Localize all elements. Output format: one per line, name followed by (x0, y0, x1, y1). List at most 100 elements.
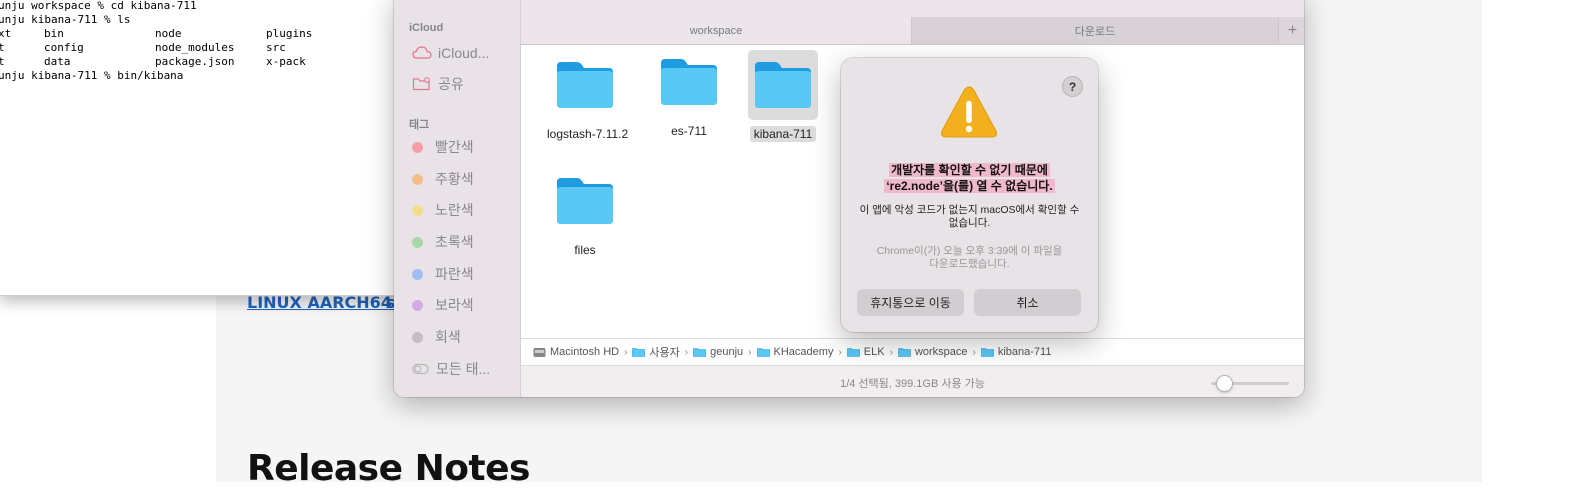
status-text: 1/4 선택됨, 399.1GB 사용 가능 (840, 378, 985, 390)
ls-cell: xt (0, 27, 12, 40)
sidebar-item-shared[interactable]: 공유 (412, 73, 464, 95)
sidebar-tag-yellow[interactable]: 노란색 (412, 199, 474, 221)
ls-cell: x-pack (266, 55, 306, 68)
tab-workspace[interactable]: workspace (521, 17, 912, 44)
folder-icon (981, 348, 994, 357)
folder-icon (748, 50, 818, 120)
folder-name: logstash-7.11.2 (547, 127, 629, 141)
path-crumb[interactable]: KHacademy (756, 346, 834, 358)
purple-tag-dot-icon (412, 299, 423, 311)
ls-cell: src (266, 41, 286, 54)
terminal-line: unju kibana-711 % ls (0, 13, 131, 26)
terminal-window[interactable]: unju workspace % cd kibana-711 unju kiba… (0, 0, 403, 296)
ls-cell: t (0, 55, 5, 69)
sidebar-tag-gray[interactable]: 회색 (412, 326, 461, 348)
path-crumb-label: geunju (710, 346, 744, 358)
folder-icon (846, 348, 860, 357)
path-crumb-label: kibana-711 (997, 346, 1052, 358)
gray-tag-dot-icon (412, 331, 423, 343)
blue-tag-dot-icon (412, 268, 423, 280)
sidebar-item-label: iCloud... (438, 45, 490, 61)
sidebar-item-label: 회색 (435, 329, 461, 345)
folder-icon (550, 166, 620, 236)
folder-item-selected[interactable]: kibana-711 (741, 50, 825, 143)
path-crumb-label: Macintosh HD (550, 346, 620, 358)
alert-title: 개발자를 확인할 수 없기 때문에 ‘re2.node’을(를) 열 수 없습니… (851, 162, 1088, 194)
sidebar-tag-purple[interactable]: 보라색 (412, 294, 474, 316)
chevron-right-icon: › (972, 346, 976, 358)
folder-name: files (574, 243, 596, 257)
folder-name: es-711 (671, 124, 707, 138)
terminal-line: unju workspace % cd kibana-711 (0, 0, 197, 12)
warning-icon (939, 84, 999, 145)
move-to-trash-button[interactable]: 휴지통으로 이동 (857, 289, 964, 316)
ls-cell: t (0, 41, 5, 55)
sidebar-item-label: 파란색 (435, 266, 474, 282)
sidebar-tag-green[interactable]: 초록색 (412, 231, 474, 253)
path-crumb[interactable]: 사용자 (632, 344, 680, 360)
path-crumb-label: KHacademy (773, 346, 834, 358)
release-notes-heading: Release Notes (247, 448, 530, 489)
folder-item[interactable]: files (543, 166, 627, 259)
path-bar: Macintosh HD › 사용자 › geunju › KHacademy … (521, 338, 1304, 365)
green-tag-dot-icon (412, 236, 423, 248)
sidebar-item-label: 공유 (438, 76, 464, 92)
folder-item[interactable]: logstash-7.11.2 (543, 50, 628, 143)
path-crumb[interactable]: workspace (898, 346, 968, 358)
finder-toolbar (521, 0, 1304, 18)
folder-icon (550, 50, 620, 120)
ls-cell: config (44, 41, 84, 54)
hard-drive-icon (533, 347, 546, 357)
icon-size-slider-knob[interactable] (1216, 375, 1233, 392)
sidebar-item-label: 빨간색 (435, 139, 474, 155)
alert-title-line1: 개발자를 확인할 수 없기 때문에 (889, 163, 1050, 177)
folder-name: kibana-711 (749, 126, 817, 142)
help-button[interactable]: ? (1062, 76, 1083, 97)
ls-cell: node (155, 27, 182, 40)
chevron-right-icon: › (889, 346, 893, 358)
folder-icon (898, 348, 911, 357)
sidebar-tag-blue[interactable]: 파란색 (412, 263, 474, 285)
tab-downloads[interactable]: 다운로드 (912, 17, 1278, 44)
path-crumb[interactable]: Macintosh HD (533, 346, 619, 358)
sidebar-item-label: 노란색 (435, 202, 474, 218)
yellow-tag-dot-icon (412, 204, 423, 216)
sidebar-tag-red[interactable]: 빨간색 (412, 136, 474, 158)
sidebar-item-label: 주황색 (435, 171, 474, 187)
sidebar-item-label: 보라색 (435, 297, 474, 313)
ls-cell: plugins (266, 27, 313, 40)
sidebar-tag-orange[interactable]: 주황색 (412, 168, 474, 190)
sidebar-item-icloud-drive[interactable]: iCloud... (412, 42, 489, 64)
unverified-developer-alert: ? 개발자를 확인할 수 없기 때문에 ‘re2.node’을(를) 열 수 없… (841, 58, 1098, 332)
path-crumb-label: ELK (863, 346, 885, 358)
folder-icon (632, 348, 646, 357)
folder-item[interactable]: es-711 (647, 47, 731, 140)
all-tags-icon (412, 363, 429, 375)
chevron-right-icon: › (624, 346, 628, 358)
red-tag-dot-icon (412, 141, 423, 153)
folder-icon (654, 47, 724, 117)
orange-tag-dot-icon (412, 173, 423, 185)
alert-download-note: Chrome이(가) 오늘 오후 3:39에 이 파일을 다운로드했습니다. (876, 245, 1063, 270)
ls-cell: node_modules (155, 41, 235, 54)
sidebar-item-label: 초록색 (435, 234, 474, 250)
folder-icon (756, 348, 770, 357)
new-tab-button[interactable]: + (1278, 17, 1304, 44)
sidebar-header-tags: 태그 (409, 119, 430, 131)
folder-icon (693, 348, 706, 357)
path-crumb[interactable]: ELK (846, 346, 885, 358)
path-crumb-label: 사용자 (649, 347, 680, 359)
ls-cell: data (44, 55, 71, 68)
path-crumb[interactable]: kibana-711 (981, 346, 1052, 358)
path-crumb[interactable]: geunju (693, 346, 743, 358)
status-bar: 1/4 선택됨, 399.1GB 사용 가능 (521, 365, 1304, 397)
terminal-line: unju kibana-711 % bin/kibana (0, 69, 184, 82)
path-crumb-label: workspace (914, 346, 968, 358)
ls-cell: bin (44, 27, 64, 40)
finder-sidebar: iCloud iCloud... 공유 태그 빨간색 주황색 노란색 초록색 파 (394, 0, 521, 397)
sidebar-all-tags[interactable]: 모든 태... (412, 358, 490, 380)
chevron-right-icon: › (838, 346, 842, 358)
chevron-right-icon: › (748, 346, 752, 358)
cancel-button[interactable]: 취소 (974, 289, 1081, 316)
alert-title-line2: ‘re2.node’을(를) 열 수 없습니다. (884, 179, 1055, 193)
